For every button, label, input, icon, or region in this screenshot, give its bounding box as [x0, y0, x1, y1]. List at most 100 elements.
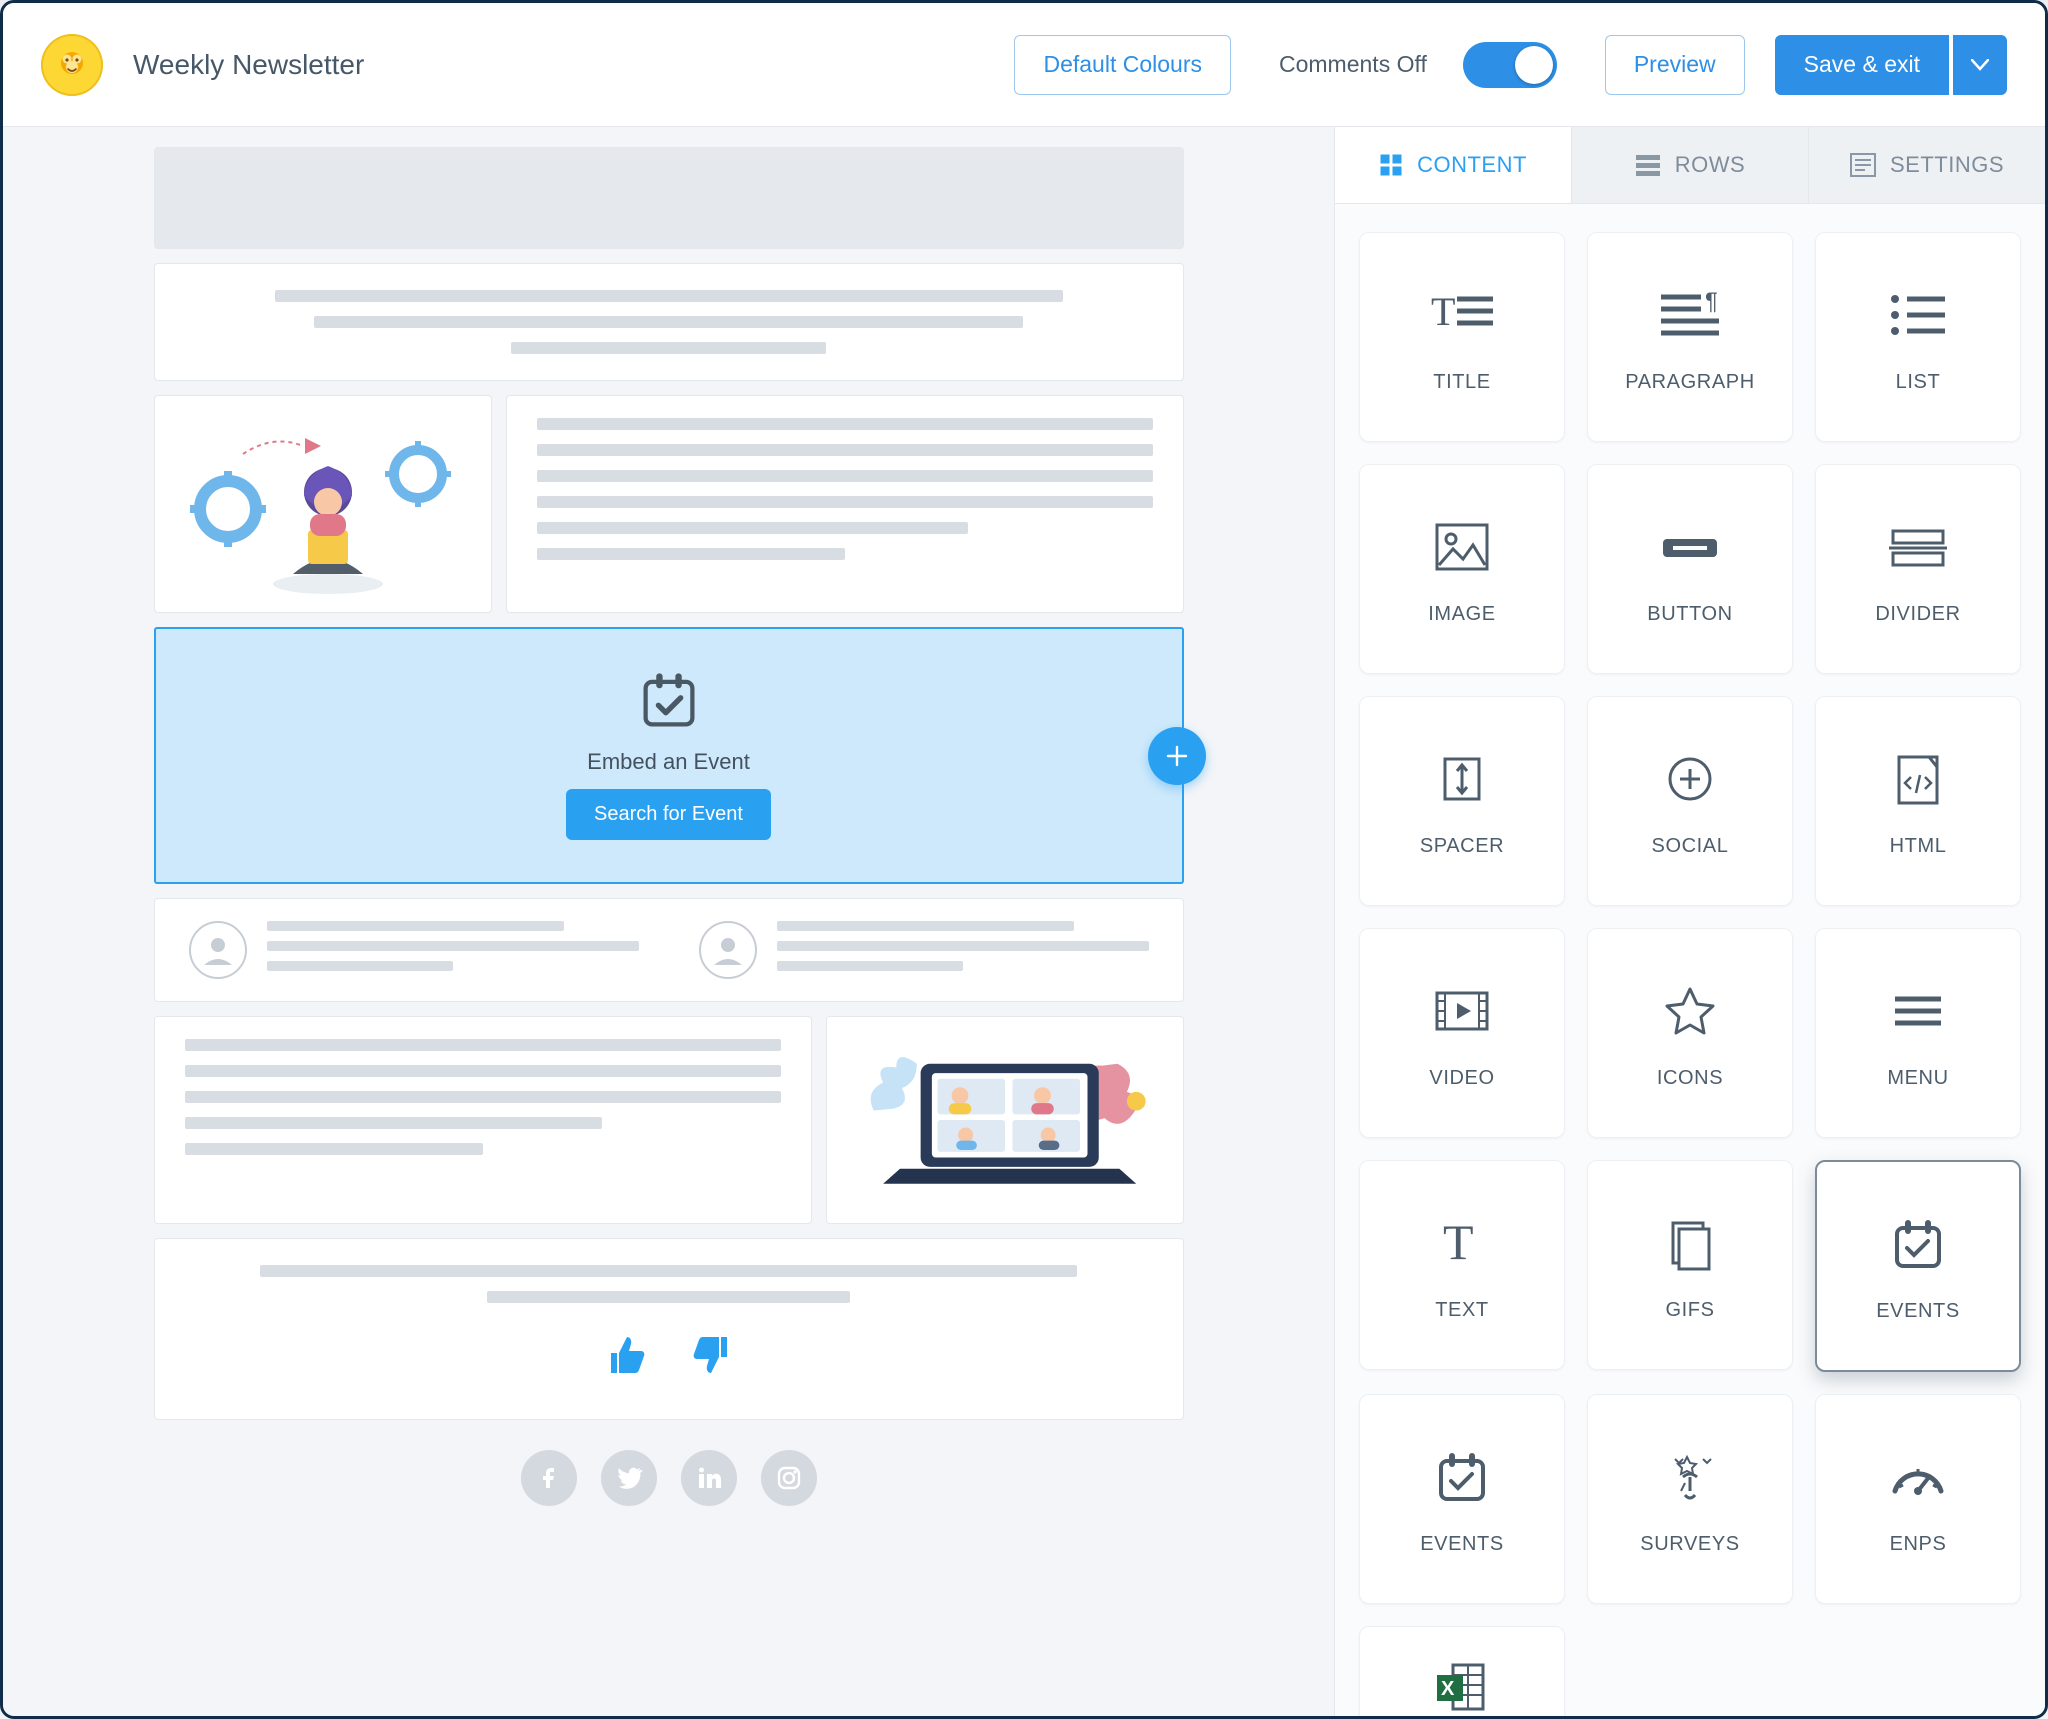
people-row[interactable] [154, 898, 1184, 1002]
text-block[interactable] [154, 263, 1184, 381]
add-block-button[interactable] [1148, 727, 1206, 785]
svg-text:T: T [1431, 289, 1456, 334]
comments-toggle[interactable] [1463, 42, 1557, 88]
widget-spacer[interactable]: SPACER [1359, 696, 1565, 906]
tab-settings[interactable]: SETTINGS [1809, 127, 2045, 203]
gifs-icon [1655, 1209, 1725, 1277]
facebook-icon[interactable] [521, 1450, 577, 1506]
widget-label: LIST [1896, 371, 1941, 394]
widget-html[interactable]: HTML [1815, 696, 2021, 906]
preview-button[interactable]: Preview [1605, 35, 1745, 95]
svg-text:¶: ¶ [1705, 288, 1719, 315]
document: Embed an Event Search for Event [154, 147, 1184, 1516]
button-icon [1655, 513, 1725, 581]
search-for-event-button[interactable]: Search for Event [566, 789, 771, 840]
widget-label: MENU [1887, 1067, 1948, 1090]
person-card [699, 921, 1149, 979]
svg-text:X: X [1441, 1678, 1455, 1700]
save-exit-button[interactable]: Save & exit [1775, 35, 1949, 95]
thumbs-down-button[interactable] [689, 1331, 737, 1385]
placeholder-line [777, 941, 1149, 951]
gauge-icon [1883, 1443, 1953, 1511]
star-icon [1655, 977, 1725, 1045]
widget-image[interactable]: IMAGE [1359, 464, 1565, 674]
social-icon [1655, 745, 1725, 813]
placeholder-line [267, 941, 639, 951]
menu-icon [1883, 977, 1953, 1045]
avatar [699, 921, 757, 979]
hero-placeholder[interactable] [154, 147, 1184, 249]
tab-rows[interactable]: ROWS [1572, 127, 1809, 203]
widget-label: TITLE [1433, 371, 1490, 394]
image-block[interactable] [826, 1016, 1184, 1224]
widget-label: PARAGRAPH [1625, 371, 1755, 394]
editor-canvas[interactable]: Embed an Event Search for Event [3, 127, 1334, 1716]
paragraph-icon: ¶ [1655, 281, 1725, 349]
twitter-icon[interactable] [601, 1450, 657, 1506]
linkedin-icon[interactable] [681, 1450, 737, 1506]
widget-button[interactable]: BUTTON [1587, 464, 1793, 674]
footer-block[interactable] [154, 1238, 1184, 1420]
tab-label: SETTINGS [1890, 152, 2004, 178]
widget-excel[interactable]: X [1359, 1626, 1565, 1716]
placeholder-line [777, 961, 963, 971]
widget-list[interactable]: LIST [1815, 232, 2021, 442]
placeholder-line [537, 470, 1153, 482]
widget-events[interactable]: EVENTS [1815, 1160, 2021, 1372]
widget-label: SOCIAL [1652, 835, 1729, 858]
surveys-icon [1655, 1443, 1725, 1511]
tab-content[interactable]: CONTENT [1335, 127, 1572, 203]
illustration-person-gears [173, 414, 473, 594]
widget-title[interactable]: T TITLE [1359, 232, 1565, 442]
thumbs-up-button[interactable] [601, 1331, 649, 1385]
widget-gifs[interactable]: GIFS [1587, 1160, 1793, 1370]
placeholder-line [314, 316, 1023, 328]
text-block[interactable] [154, 1016, 812, 1224]
event-dropzone[interactable]: Embed an Event Search for Event [154, 627, 1184, 884]
default-colours-button[interactable]: Default Colours [1014, 35, 1231, 95]
video-icon [1427, 977, 1497, 1045]
save-exit-dropdown[interactable] [1953, 35, 2007, 95]
title-icon: T [1427, 281, 1497, 349]
app-frame: Weekly Newsletter Default Colours Commen… [0, 0, 2048, 1719]
widget-enps[interactable]: ENPS [1815, 1394, 2021, 1604]
text-icon: T [1427, 1209, 1497, 1277]
placeholder-line [260, 1265, 1077, 1277]
illustration-laptop-team [855, 1035, 1155, 1205]
side-tabs: CONTENT ROWS SETTINGS [1335, 127, 2045, 204]
widget-video[interactable]: VIDEO [1359, 928, 1565, 1138]
widget-label: HTML [1890, 835, 1947, 858]
placeholder-line [537, 496, 1153, 508]
reactions [601, 1331, 737, 1385]
placeholder-line [185, 1091, 781, 1103]
text-block[interactable] [506, 395, 1184, 613]
divider-icon [1883, 513, 1953, 581]
placeholder-line [777, 921, 1075, 931]
widget-divider[interactable]: DIVIDER [1815, 464, 2021, 674]
widget-paragraph[interactable]: ¶ PARAGRAPH [1587, 232, 1793, 442]
widget-icons[interactable]: ICONS [1587, 928, 1793, 1138]
main: Embed an Event Search for Event [3, 127, 2045, 1716]
placeholder-line [185, 1117, 602, 1129]
dropzone-title: Embed an Event [587, 749, 750, 775]
widget-social[interactable]: SOCIAL [1587, 696, 1793, 906]
widget-menu[interactable]: MENU [1815, 928, 2021, 1138]
grid-icon [1379, 153, 1403, 177]
placeholder-line [487, 1291, 850, 1303]
placeholder-line [511, 342, 826, 354]
person-card [189, 921, 639, 979]
widget-palette: T TITLE ¶ PARAGRAPH LIST IMAGE [1335, 204, 2045, 1716]
rows-icon [1635, 153, 1661, 177]
placeholder-line [185, 1143, 483, 1155]
widget-text[interactable]: T TEXT [1359, 1160, 1565, 1370]
instagram-icon[interactable] [761, 1450, 817, 1506]
header: Weekly Newsletter Default Colours Commen… [3, 3, 2045, 127]
widget-events-alt[interactable]: EVENTS [1359, 1394, 1565, 1604]
widget-surveys[interactable]: SURVEYS [1587, 1394, 1793, 1604]
avatar [189, 921, 247, 979]
widget-label: TEXT [1435, 1299, 1489, 1322]
comments-toggle-label: Comments Off [1279, 51, 1427, 78]
text-image-row [154, 1016, 1184, 1224]
image-block[interactable] [154, 395, 492, 613]
svg-text:T: T [1443, 1214, 1474, 1270]
